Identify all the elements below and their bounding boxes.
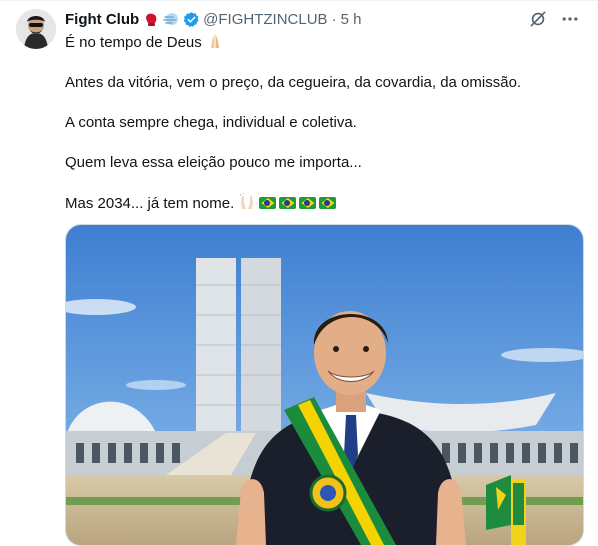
- brazil-flag-emoji: [279, 197, 297, 209]
- tweet-actions-top: [528, 9, 580, 29]
- photo-image: [66, 225, 583, 545]
- tweet-photo[interactable]: [65, 224, 584, 546]
- avatar[interactable]: [16, 9, 56, 49]
- wind-icon: [163, 11, 179, 27]
- tweet-line-4: Quem leva essa eleição pouco me importa.…: [65, 154, 362, 171]
- tweet-header: Fight Club @FIGHTZINCLUB · 5 h: [65, 9, 361, 29]
- tweet-text: É no tempo de Deus Antes da vitória, vem…: [65, 32, 580, 234]
- tweet-line-3: A conta sempre chega, individual e colet…: [65, 114, 357, 131]
- avatar-image: [16, 9, 56, 49]
- brazil-flag-emoji: [299, 197, 317, 209]
- author-handle[interactable]: @FIGHTZINCLUB: [203, 11, 327, 28]
- separator-dot: ·: [331, 10, 337, 28]
- more-icon[interactable]: [560, 9, 580, 29]
- tweet-line-5-text: Mas 2034... já tem nome.: [65, 195, 235, 212]
- timestamp[interactable]: 5 h: [341, 11, 362, 28]
- verified-badge-icon[interactable]: [183, 11, 199, 28]
- raised-hands-emoji: [238, 193, 256, 212]
- brazil-flag-emoji: [259, 197, 277, 209]
- grok-icon[interactable]: [528, 9, 548, 29]
- boxing-glove-icon: [143, 11, 159, 27]
- tweet-line-2: Antes da vitória, vem o preço, da ceguei…: [65, 74, 522, 91]
- author-name[interactable]: Fight Club: [65, 11, 139, 28]
- tweet[interactable]: Fight Club @FIGHTZINCLUB · 5 h É no temp…: [0, 0, 598, 546]
- praying-hands-emoji: [206, 34, 224, 51]
- tweet-line-1-text: É no tempo de Deus: [65, 34, 202, 51]
- brazil-flag-emoji: [319, 197, 337, 209]
- tweet-line-1: É no tempo de Deus: [65, 32, 580, 53]
- tweet-line-5: Mas 2034... já tem nome.: [65, 193, 580, 214]
